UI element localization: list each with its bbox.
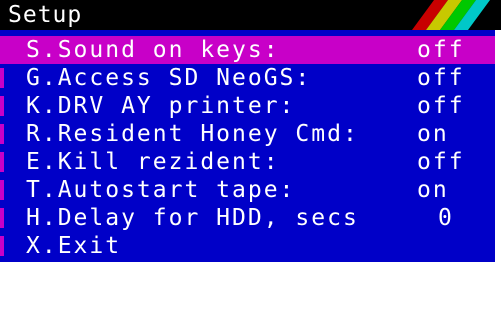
menu-item-value: on xyxy=(417,121,449,147)
menu-item-label: K.DRV AY printer: xyxy=(26,93,296,119)
menu-item-value: off xyxy=(417,37,465,63)
menu-item-label: H.Delay for HDD, secs xyxy=(26,205,359,231)
rainbow-stripes xyxy=(412,0,490,30)
menu-item-value: on xyxy=(417,177,449,203)
menu-item-label: E.Kill rezident: xyxy=(26,149,280,175)
menu-item-value: off xyxy=(417,65,465,91)
menu-panel: S.Sound on keys: off G.Access SD NeoGS: … xyxy=(0,30,501,262)
setup-menu: S.Sound on keys: off G.Access SD NeoGS: … xyxy=(0,36,495,260)
menu-item-sound-on-keys[interactable]: S.Sound on keys: off xyxy=(0,36,495,64)
menu-item-value: off xyxy=(417,149,465,175)
menu-item-label: G.Access SD NeoGS: xyxy=(26,65,312,91)
menu-item-delay-for-hdd[interactable]: H.Delay for HDD, secs 0 xyxy=(0,204,495,232)
menu-item-label: X.Exit xyxy=(26,233,122,259)
menu-item-resident-honey-cmd[interactable]: R.Resident Honey Cmd: on xyxy=(0,120,495,148)
title-bar: Setup xyxy=(0,0,501,30)
menu-item-autostart-tape[interactable]: T.Autostart tape: on xyxy=(0,176,495,204)
menu-item-value: 0 xyxy=(438,205,454,231)
menu-item-access-sd-neogs[interactable]: G.Access SD NeoGS: off xyxy=(0,64,495,92)
menu-item-drv-ay-printer[interactable]: K.DRV AY printer: off xyxy=(0,92,495,120)
menu-item-exit[interactable]: X.Exit xyxy=(0,232,495,260)
menu-item-label: R.Resident Honey Cmd: xyxy=(26,121,359,147)
menu-item-label: S.Sound on keys: xyxy=(26,37,280,63)
menu-item-kill-rezident[interactable]: E.Kill rezident: off xyxy=(0,148,495,176)
menu-item-label: T.Autostart tape: xyxy=(26,177,296,203)
setup-window: Setup S.Sound on keys: off G.Access SD N… xyxy=(0,0,501,262)
menu-item-value: off xyxy=(417,93,465,119)
